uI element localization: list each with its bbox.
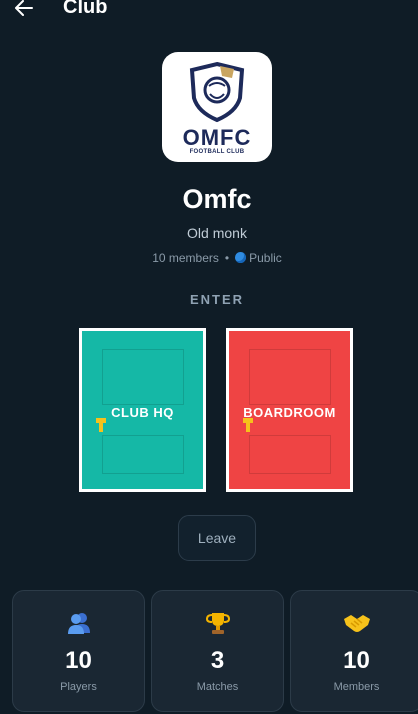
stat-label: Members bbox=[333, 681, 380, 693]
stat-value: 3 bbox=[210, 647, 225, 674]
stat-label: Matches bbox=[196, 681, 239, 693]
handshake-icon bbox=[343, 615, 370, 632]
door-panel bbox=[249, 435, 331, 474]
trophy-icon bbox=[205, 613, 230, 634]
page-title: Club bbox=[63, 0, 108, 18]
arrow-left-icon bbox=[15, 0, 33, 16]
stat-value: 10 bbox=[343, 647, 370, 674]
stat-card-matches: 3 Matches bbox=[151, 590, 284, 712]
club-name: Omfc bbox=[182, 184, 252, 214]
door-panel bbox=[102, 435, 184, 474]
boardroom-door[interactable]: BOARDROOM bbox=[226, 328, 353, 492]
globe-icon bbox=[235, 252, 247, 263]
back-button[interactable] bbox=[12, 0, 36, 20]
member-count: 10 members bbox=[152, 251, 219, 265]
app-bar: Club bbox=[0, 0, 418, 24]
door-handle-icon bbox=[243, 418, 253, 432]
door-label: BOARDROOM bbox=[243, 405, 336, 420]
separator: • bbox=[224, 251, 230, 265]
stat-value: 10 bbox=[65, 647, 92, 674]
stat-card-members: 10 Members bbox=[290, 590, 418, 712]
door-panel bbox=[102, 349, 184, 405]
club-hq-door[interactable]: CLUB HQ bbox=[79, 328, 206, 492]
visibility-label: Public bbox=[249, 251, 282, 265]
enter-section-label: ENTER bbox=[189, 292, 245, 307]
stat-label: Players bbox=[60, 681, 97, 693]
club-description: Old monk bbox=[187, 225, 247, 241]
stat-card-players: 10 Players bbox=[12, 590, 145, 712]
leave-button[interactable]: Leave bbox=[178, 515, 256, 561]
door-handle-icon bbox=[96, 418, 106, 432]
door-panel bbox=[249, 349, 331, 405]
club-meta: 10 members • Public bbox=[0, 251, 418, 265]
players-icon bbox=[67, 613, 90, 634]
club-logo: OMFC FOOTBALL CLUB bbox=[162, 52, 272, 162]
door-label: CLUB HQ bbox=[111, 405, 174, 420]
